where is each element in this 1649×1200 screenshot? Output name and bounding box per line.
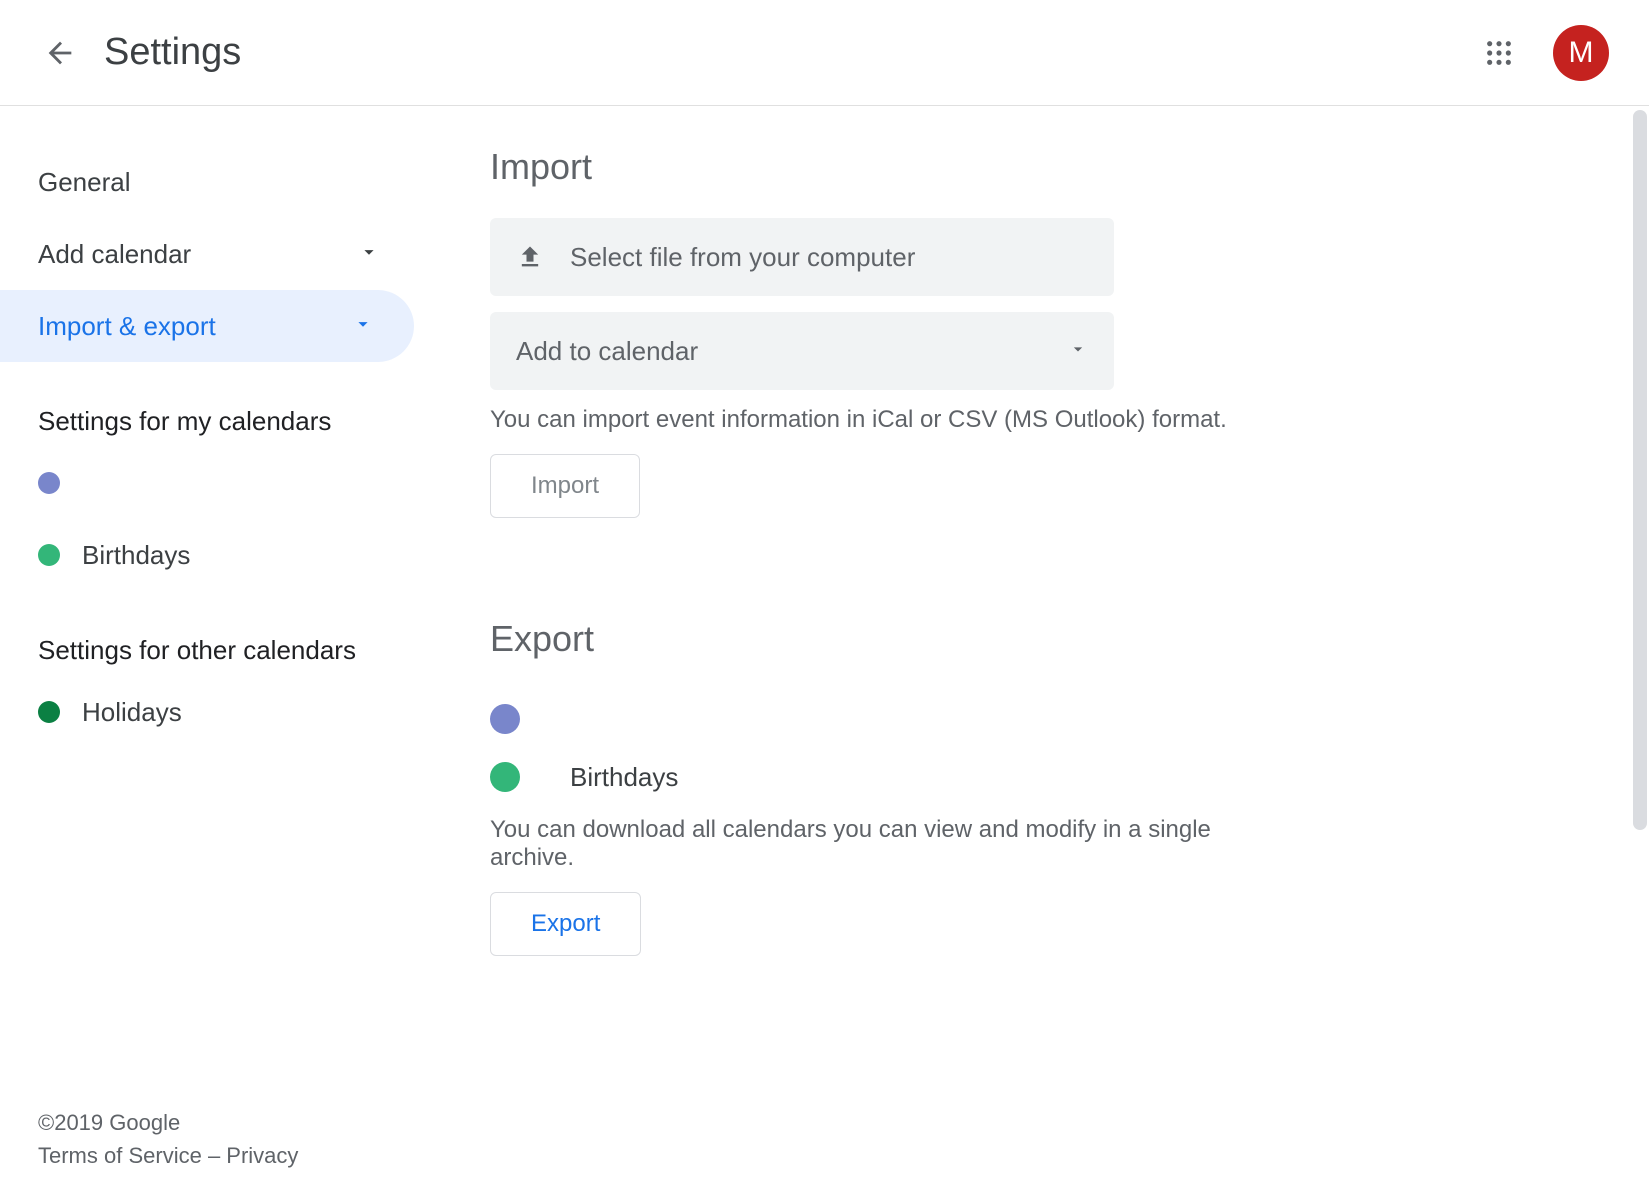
- sidebar-item-label: Import & export: [38, 311, 216, 342]
- chevron-down-icon: [352, 311, 374, 342]
- back-arrow-button[interactable]: [40, 33, 80, 73]
- add-to-calendar-label: Add to calendar: [516, 336, 698, 367]
- import-title: Import: [490, 146, 1579, 188]
- export-calendar-row: Birthdays: [490, 748, 1579, 806]
- header: Settings M: [0, 0, 1649, 106]
- apps-menu-button[interactable]: [1481, 35, 1517, 71]
- sidebar-item-label: General: [38, 167, 131, 198]
- sidebar-item-label: Add calendar: [38, 239, 191, 270]
- calendar-item-birthdays[interactable]: Birthdays: [0, 519, 420, 591]
- import-button[interactable]: Import: [490, 454, 640, 518]
- calendar-item[interactable]: [0, 447, 420, 519]
- sidebar: General Add calendar Import & export Set…: [0, 106, 420, 1200]
- page-title: Settings: [104, 31, 241, 74]
- apps-grid-icon: [1485, 39, 1513, 67]
- avatar-button[interactable]: M: [1553, 25, 1609, 81]
- export-calendar-row: [490, 690, 1579, 748]
- dropdown-arrow-icon: [1068, 339, 1088, 364]
- select-file-label: Select file from your computer: [570, 242, 915, 273]
- copyright: ©2019 Google: [38, 1106, 298, 1139]
- import-helper-text: You can import event information in iCal…: [490, 406, 1250, 434]
- calendar-item-holidays[interactable]: Holidays: [0, 676, 420, 748]
- calendar-item-label: Birthdays: [82, 540, 190, 571]
- main-content: Import Select file from your computer Ad…: [420, 106, 1649, 1200]
- sidebar-item-import-export[interactable]: Import & export: [0, 290, 414, 362]
- add-to-calendar-dropdown[interactable]: Add to calendar: [490, 312, 1114, 390]
- avatar-initial: M: [1569, 36, 1594, 70]
- sidebar-item-add-calendar[interactable]: Add calendar: [0, 218, 420, 290]
- sidebar-section-other-calendars: Settings for other calendars: [0, 635, 420, 666]
- footer: ©2019 Google Terms of Service – Privacy: [38, 1106, 298, 1172]
- calendar-color-dot: [38, 544, 60, 566]
- upload-icon: [516, 243, 544, 271]
- sidebar-section-my-calendars: Settings for my calendars: [0, 406, 420, 437]
- terms-link[interactable]: Terms of Service: [38, 1143, 202, 1168]
- chevron-down-icon: [358, 239, 380, 270]
- export-calendar-label: Birthdays: [570, 762, 678, 793]
- select-file-row[interactable]: Select file from your computer: [490, 218, 1114, 296]
- export-button[interactable]: Export: [490, 892, 641, 956]
- calendar-color-dot: [38, 701, 60, 723]
- arrow-back-icon: [43, 36, 77, 70]
- calendar-color-dot: [490, 762, 520, 792]
- export-title: Export: [490, 618, 1579, 660]
- sidebar-item-general[interactable]: General: [0, 146, 420, 218]
- scrollbar[interactable]: [1633, 110, 1647, 830]
- calendar-color-dot: [38, 472, 60, 494]
- export-helper-text: You can download all calendars you can v…: [490, 816, 1250, 872]
- import-section: Import Select file from your computer Ad…: [490, 146, 1579, 518]
- privacy-link[interactable]: Privacy: [226, 1143, 298, 1168]
- export-section: Export Birthdays You can download all ca…: [490, 618, 1579, 956]
- calendar-color-dot: [490, 704, 520, 734]
- calendar-item-label: Holidays: [82, 697, 182, 728]
